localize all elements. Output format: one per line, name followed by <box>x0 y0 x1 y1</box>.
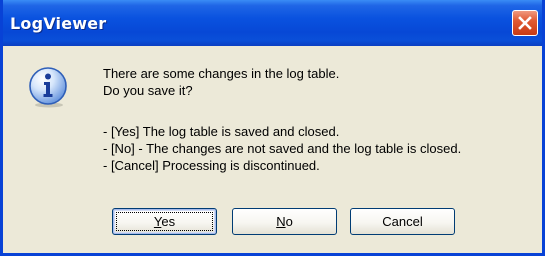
message-line-3: - [Yes] The log table is saved and close… <box>103 124 340 139</box>
yes-focus-ring: Yes <box>113 209 216 234</box>
no-mnemonic: N <box>276 214 286 229</box>
no-label-rest: o <box>285 214 293 229</box>
title-bar[interactable]: LogViewer <box>3 0 542 46</box>
close-icon <box>518 16 532 30</box>
yes-button[interactable]: Yes <box>112 208 217 235</box>
no-button[interactable]: No <box>232 208 337 235</box>
info-icon <box>29 67 67 108</box>
cancel-button-label: Cancel <box>382 214 423 229</box>
message-line-2: Do you save it? <box>103 83 193 98</box>
message-line-4: - [No] - The changes are not saved and t… <box>103 141 462 156</box>
window-title: LogViewer <box>10 14 107 33</box>
yes-button-label: Yes <box>154 214 175 229</box>
close-button[interactable] <box>512 10 538 36</box>
yes-label-rest: es <box>161 214 176 229</box>
dialog-window: LogViewer There are some changes in the … <box>0 0 545 256</box>
message-line-1: There are some changes in the log table. <box>103 66 340 81</box>
no-button-label: No <box>276 214 293 229</box>
message-line-5: - [Cancel] Processing is discontinued. <box>103 158 320 173</box>
cancel-button[interactable]: Cancel <box>350 208 455 235</box>
